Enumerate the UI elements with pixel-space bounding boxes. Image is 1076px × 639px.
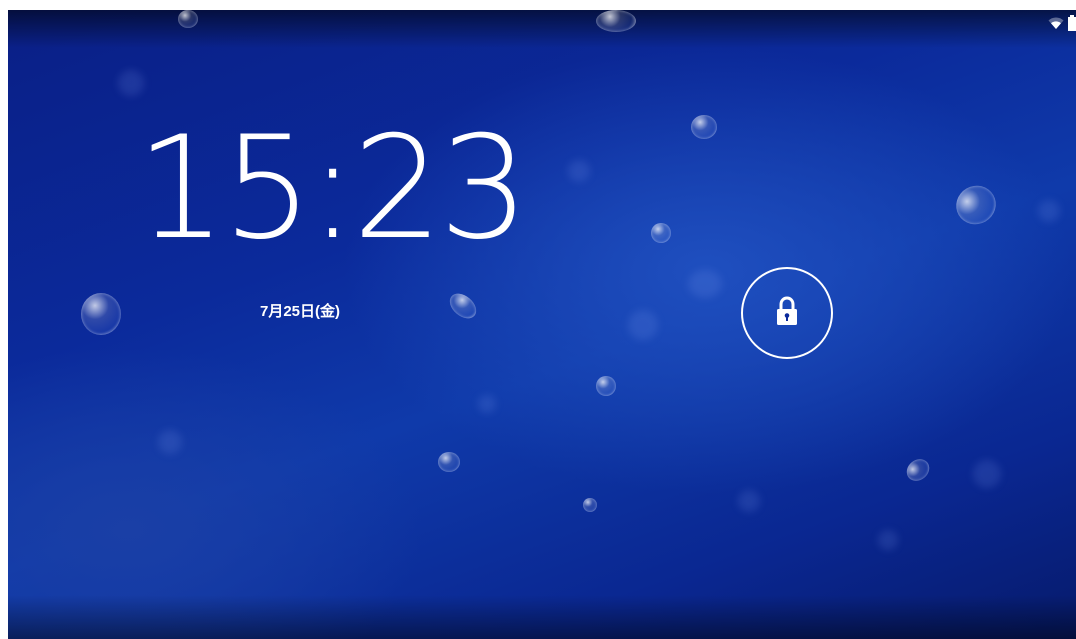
- status-bar-shade: [8, 10, 1076, 48]
- wifi-icon: [1048, 16, 1064, 30]
- lock-icon: [775, 295, 799, 331]
- lockscreen: 15:23 7月25日(金): [8, 10, 1076, 639]
- navigation-shade: [8, 595, 1076, 639]
- status-bar: [1048, 14, 1076, 32]
- clock-date: 7月25日(金): [260, 303, 341, 320]
- unlock-button[interactable]: [741, 267, 833, 359]
- clock-time: 15:23: [136, 106, 529, 271]
- battery-icon: [1068, 15, 1076, 31]
